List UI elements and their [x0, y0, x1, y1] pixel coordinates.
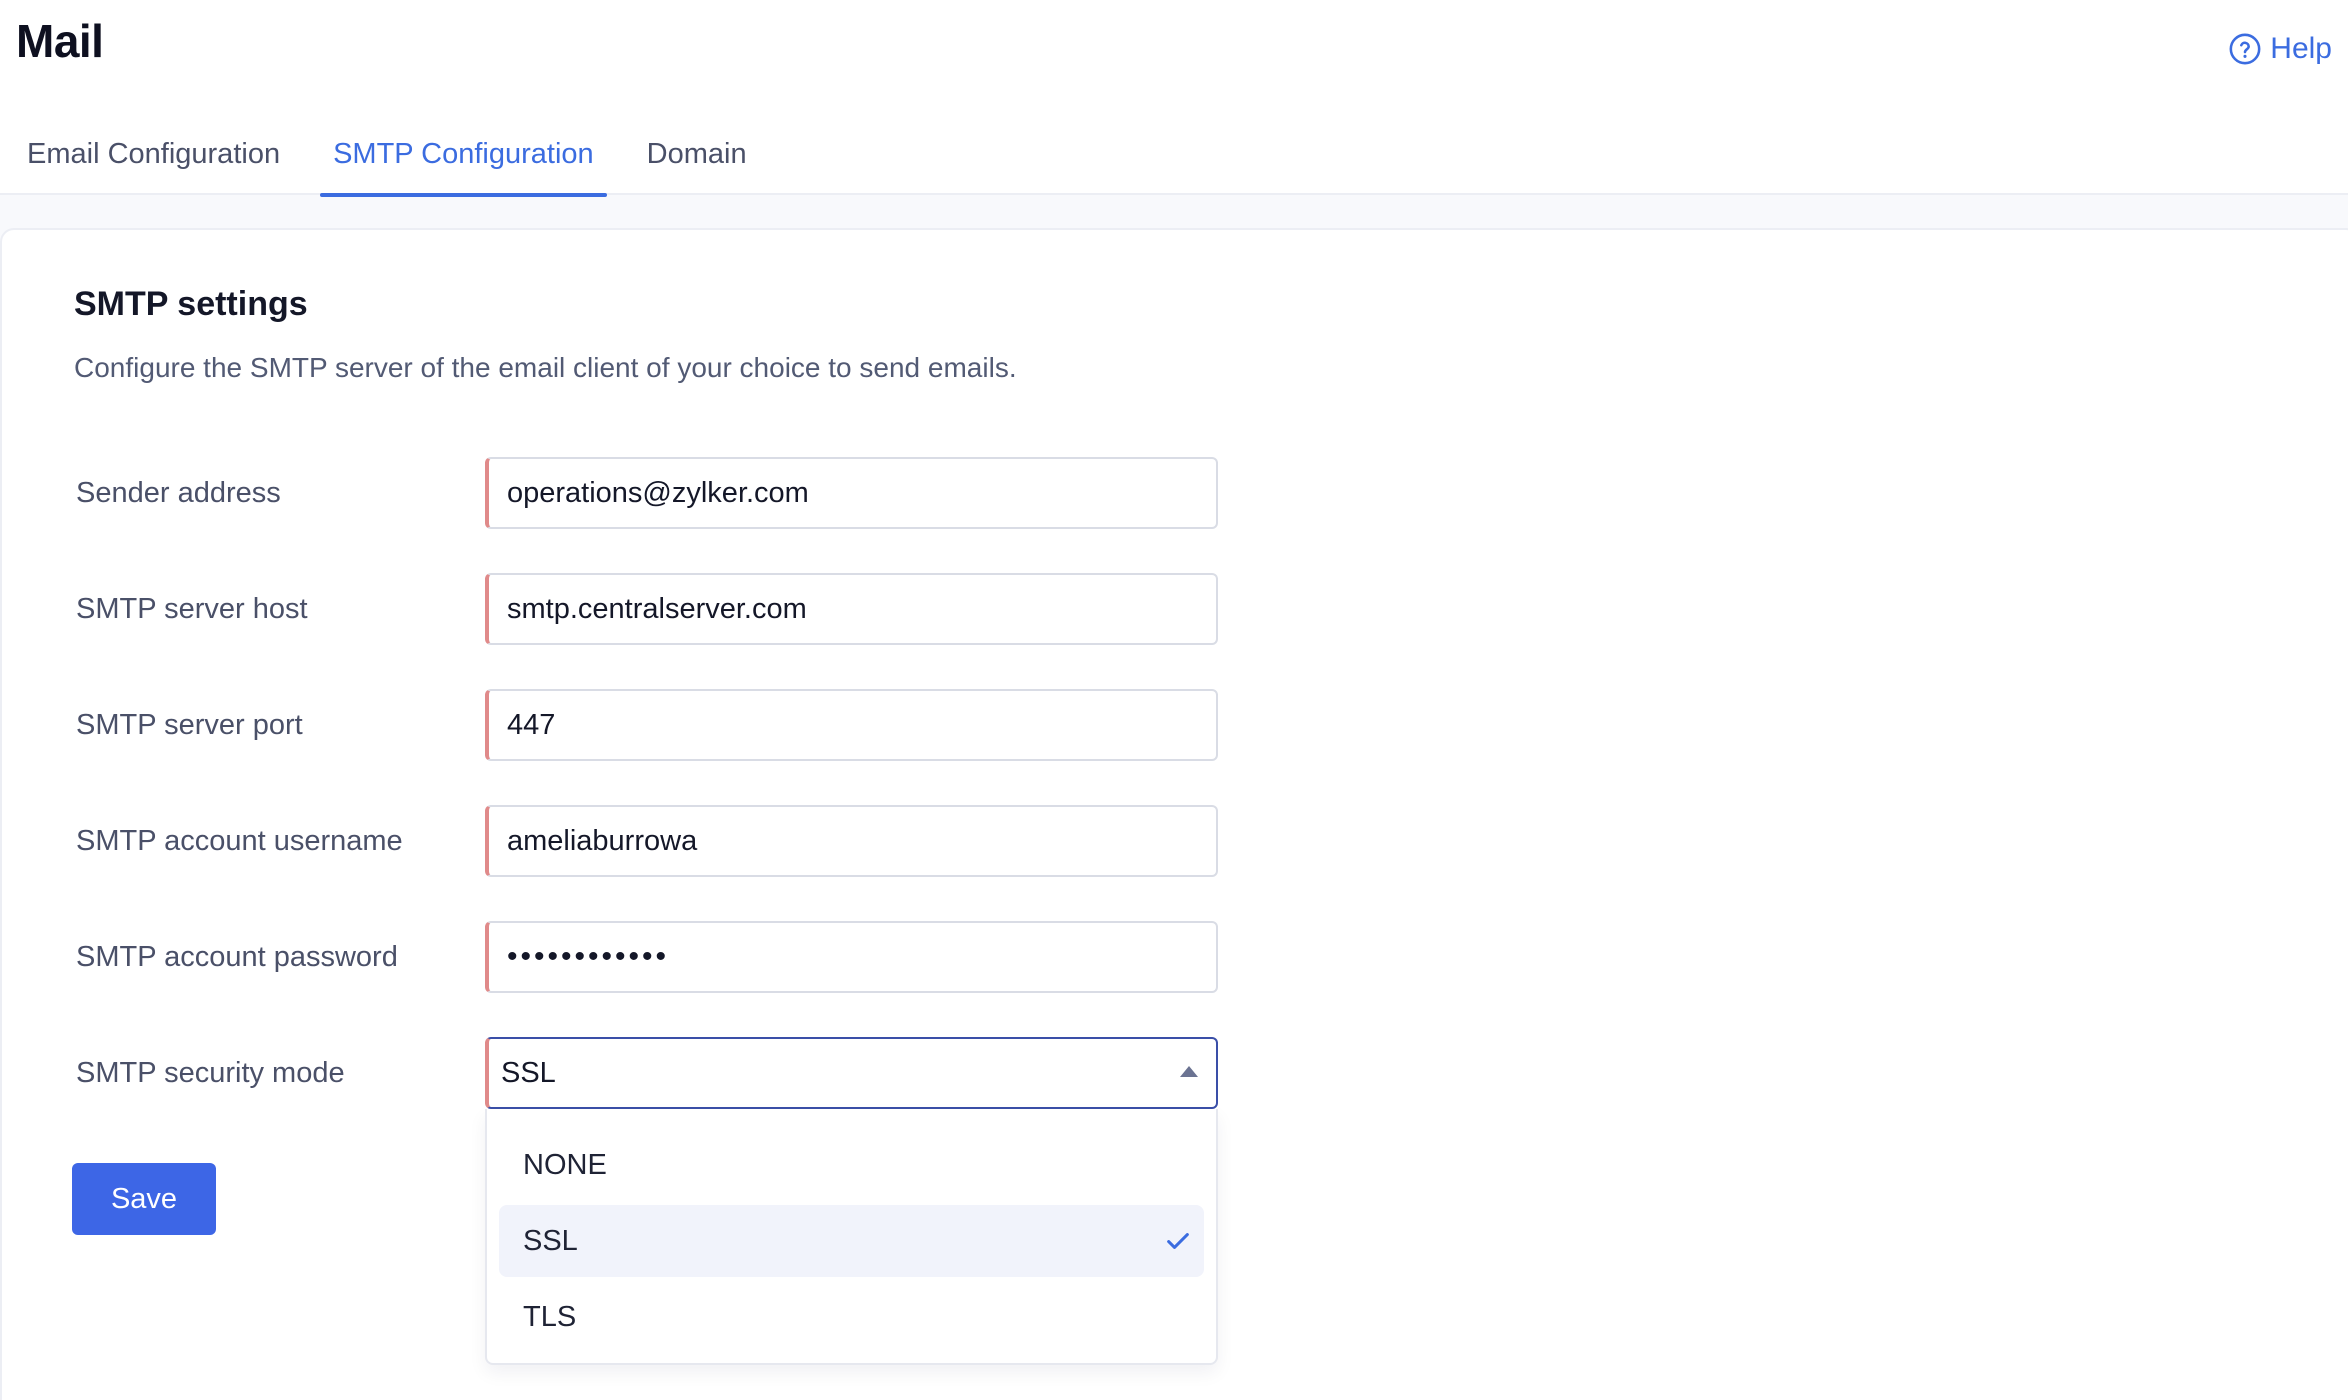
smtp-password-input[interactable] [485, 921, 1218, 993]
tab-bar: Email Configuration SMTP Configuration D… [14, 128, 787, 197]
option-label: TLS [523, 1301, 577, 1333]
smtp-server-port-label: SMTP server port [76, 709, 303, 741]
section-title: SMTP settings [74, 285, 308, 323]
section-description: Configure the SMTP server of the email c… [74, 352, 1017, 383]
option-label: SSL [523, 1225, 578, 1257]
help-link[interactable]: Help [2228, 32, 2332, 66]
smtp-username-row: SMTP account username [76, 805, 1226, 877]
sender-address-input[interactable] [485, 457, 1218, 529]
save-button[interactable]: Save [72, 1163, 216, 1235]
option-label: NONE [523, 1149, 607, 1181]
smtp-server-host-label: SMTP server host [76, 593, 308, 625]
sender-address-row: Sender address [76, 457, 1226, 529]
smtp-server-host-input[interactable] [485, 573, 1218, 645]
security-mode-dropdown: NONE SSL TLS [485, 1109, 1218, 1365]
smtp-security-mode-select[interactable]: SSL [485, 1037, 1218, 1109]
selected-value: SSL [501, 1057, 556, 1089]
smtp-server-port-input[interactable] [485, 689, 1218, 761]
mail-settings-page: Mail Help Email Configuration SMTP Confi… [0, 0, 2348, 1400]
header: Mail Help Email Configuration SMTP Confi… [0, 0, 2348, 197]
option-ssl[interactable]: SSL [499, 1205, 1204, 1277]
page-title: Mail [16, 15, 104, 67]
tab-domain[interactable]: Domain [634, 128, 760, 195]
option-none[interactable]: NONE [499, 1129, 1204, 1201]
smtp-username-input[interactable] [485, 805, 1218, 877]
smtp-server-port-row: SMTP server port [76, 689, 1226, 761]
smtp-server-host-row: SMTP server host [76, 573, 1226, 645]
smtp-username-label: SMTP account username [76, 825, 403, 857]
help-circle-icon [2229, 33, 2261, 65]
smtp-security-mode-row: SMTP security mode SSL [76, 1037, 1226, 1109]
help-label: Help [2270, 32, 2332, 65]
option-tls[interactable]: TLS [499, 1281, 1204, 1353]
smtp-password-row: SMTP account password [76, 921, 1226, 993]
tab-smtp-configuration[interactable]: SMTP Configuration [320, 128, 607, 197]
sender-address-label: Sender address [76, 477, 281, 509]
tab-email-configuration[interactable]: Email Configuration [14, 128, 293, 195]
check-icon [1167, 1233, 1189, 1249]
caret-up-icon [1180, 1066, 1198, 1077]
smtp-security-mode-label: SMTP security mode [76, 1057, 345, 1089]
smtp-password-label: SMTP account password [76, 941, 398, 973]
